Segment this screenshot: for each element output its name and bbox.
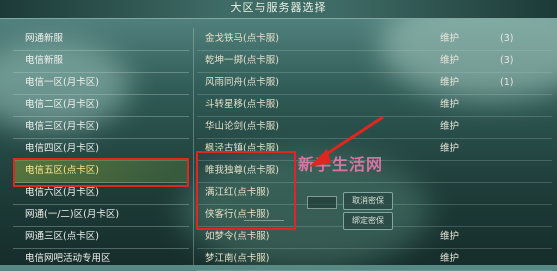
region-item[interactable]: 电信三区(月卡区) <box>13 116 189 139</box>
server-name: 金戈铁马(点卡服) <box>205 33 279 44</box>
region-item[interactable]: 电信新服 <box>13 50 189 73</box>
cancel-password-button[interactable]: 取消密保 <box>343 192 393 210</box>
server-status: 维护 <box>440 231 460 242</box>
blank-button[interactable] <box>307 196 337 209</box>
server-status: 维护 <box>440 143 460 154</box>
server-status: 维护 <box>440 33 460 44</box>
server-status: 维护 <box>440 121 460 132</box>
highlight-box-region <box>13 158 189 187</box>
server-count: (3) <box>500 33 514 44</box>
server-row[interactable]: 风雨同舟(点卡服) 维护 (1) <box>197 72 552 95</box>
title-bar: 大区与服务器选择 <box>0 0 557 19</box>
bind-password-button[interactable]: 绑定密保 <box>343 212 393 230</box>
server-status: 维护 <box>440 55 460 66</box>
panel-divider <box>193 28 194 265</box>
highlight-box-servers <box>196 151 296 230</box>
red-arrow-icon <box>309 115 384 167</box>
server-count: (3) <box>500 55 514 66</box>
server-row[interactable]: 梦江南(点卡服) 维护 <box>197 248 552 271</box>
server-row[interactable]: 金戈铁马(点卡服) 维护 (3) <box>197 28 552 51</box>
server-status: 维护 <box>440 99 460 110</box>
region-item[interactable]: 电信一区(月卡区) <box>13 72 189 95</box>
server-status: 维护 <box>440 77 460 88</box>
region-list: 网通新服 电信新服 电信一区(月卡区) 电信二区(月卡区) 电信三区(月卡区) … <box>13 28 189 265</box>
region-item[interactable]: 网通三区(点卡区) <box>13 226 189 249</box>
server-name: 风雨同舟(点卡服) <box>205 77 279 88</box>
region-item[interactable]: 电信网吧活动专用区 <box>13 248 189 270</box>
server-name: 梦江南(点卡服) <box>205 253 270 264</box>
server-name: 斗转星移(点卡服) <box>205 99 279 110</box>
server-name: 华山论剑(点卡服) <box>205 121 279 132</box>
region-item[interactable]: 电信二区(月卡区) <box>13 94 189 117</box>
server-status: 维护 <box>440 253 460 264</box>
region-item[interactable]: 网通新服 <box>13 28 189 51</box>
server-name: 乾坤一掷(点卡服) <box>205 55 279 66</box>
server-count: (1) <box>500 77 514 88</box>
server-row[interactable]: 乾坤一掷(点卡服) 维护 (3) <box>197 50 552 73</box>
window-title: 大区与服务器选择 <box>230 1 327 14</box>
region-item[interactable]: 网通(一/二)区(月卡区) <box>13 204 189 227</box>
